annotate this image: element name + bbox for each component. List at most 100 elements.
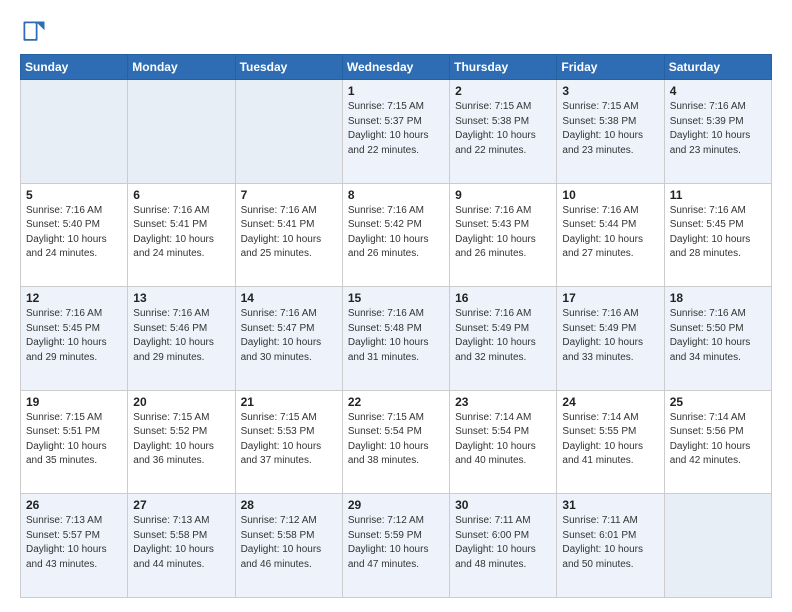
day-number: 10 — [562, 188, 658, 202]
calendar-cell: 14 Sunrise: 7:16 AM Sunset: 5:47 PM Dayli… — [235, 287, 342, 391]
day-number: 30 — [455, 498, 551, 512]
day-info: Sunrise: 7:15 AM Sunset: 5:37 PM Dayligh… — [348, 100, 444, 158]
weekday-header-row: SundayMondayTuesdayWednesdayThursdayFrid… — [21, 55, 772, 80]
day-info: Sunrise: 7:16 AM Sunset: 5:48 PM Dayligh… — [348, 307, 444, 365]
day-number: 4 — [670, 84, 766, 98]
calendar-cell — [235, 80, 342, 184]
calendar-cell: 20 Sunrise: 7:15 AM Sunset: 5:52 PM Dayli… — [128, 390, 235, 494]
day-info: Sunrise: 7:16 AM Sunset: 5:43 PM Dayligh… — [455, 204, 551, 262]
day-number: 6 — [133, 188, 229, 202]
day-info: Sunrise: 7:16 AM Sunset: 5:47 PM Dayligh… — [241, 307, 337, 365]
day-number: 17 — [562, 291, 658, 305]
day-number: 2 — [455, 84, 551, 98]
calendar-cell: 18 Sunrise: 7:16 AM Sunset: 5:50 PM Dayli… — [664, 287, 771, 391]
calendar-cell: 2Sunrise: 7:15 AM Sunset: 5:38 PM Daylig… — [450, 80, 557, 184]
day-number: 1 — [348, 84, 444, 98]
day-number: 29 — [348, 498, 444, 512]
calendar-table: SundayMondayTuesdayWednesdayThursdayFrid… — [20, 54, 772, 598]
week-row-2: 5 Sunrise: 7:16 AM Sunset: 5:40 PM Daylig… — [21, 183, 772, 287]
calendar-cell: 6 Sunrise: 7:16 AM Sunset: 5:41 PM Daylig… — [128, 183, 235, 287]
day-info: Sunrise: 7:13 AM Sunset: 5:57 PM Dayligh… — [26, 514, 122, 572]
day-number: 24 — [562, 395, 658, 409]
calendar-cell: 30 Sunrise: 7:11 AM Sunset: 6:00 PM Dayli… — [450, 494, 557, 598]
calendar-cell: 27Sunrise: 7:13 AM Sunset: 5:58 PM Dayli… — [128, 494, 235, 598]
calendar-cell: 26Sunrise: 7:13 AM Sunset: 5:57 PM Dayli… — [21, 494, 128, 598]
calendar-cell: 24 Sunrise: 7:14 AM Sunset: 5:55 PM Dayli… — [557, 390, 664, 494]
calendar-cell: 25Sunrise: 7:14 AM Sunset: 5:56 PM Dayli… — [664, 390, 771, 494]
logo — [20, 18, 52, 46]
day-info: Sunrise: 7:16 AM Sunset: 5:45 PM Dayligh… — [26, 307, 122, 365]
weekday-friday: Friday — [557, 55, 664, 80]
day-info: Sunrise: 7:15 AM Sunset: 5:51 PM Dayligh… — [26, 411, 122, 469]
day-info: Sunrise: 7:16 AM Sunset: 5:42 PM Dayligh… — [348, 204, 444, 262]
day-info: Sunrise: 7:15 AM Sunset: 5:52 PM Dayligh… — [133, 411, 229, 469]
day-number: 9 — [455, 188, 551, 202]
day-number: 27 — [133, 498, 229, 512]
day-info: Sunrise: 7:14 AM Sunset: 5:54 PM Dayligh… — [455, 411, 551, 469]
week-row-1: 1 Sunrise: 7:15 AM Sunset: 5:37 PM Daylig… — [21, 80, 772, 184]
week-row-4: 19Sunrise: 7:15 AM Sunset: 5:51 PM Dayli… — [21, 390, 772, 494]
day-number: 14 — [241, 291, 337, 305]
weekday-thursday: Thursday — [450, 55, 557, 80]
day-info: Sunrise: 7:16 AM Sunset: 5:44 PM Dayligh… — [562, 204, 658, 262]
calendar-cell — [21, 80, 128, 184]
calendar-cell: 23 Sunrise: 7:14 AM Sunset: 5:54 PM Dayli… — [450, 390, 557, 494]
calendar-cell: 4 Sunrise: 7:16 AM Sunset: 5:39 PM Daylig… — [664, 80, 771, 184]
day-number: 21 — [241, 395, 337, 409]
day-number: 22 — [348, 395, 444, 409]
day-info: Sunrise: 7:16 AM Sunset: 5:45 PM Dayligh… — [670, 204, 766, 262]
weekday-tuesday: Tuesday — [235, 55, 342, 80]
calendar-cell — [128, 80, 235, 184]
day-number: 16 — [455, 291, 551, 305]
day-number: 23 — [455, 395, 551, 409]
calendar-cell: 31 Sunrise: 7:11 AM Sunset: 6:01 PM Dayli… — [557, 494, 664, 598]
day-info: Sunrise: 7:16 AM Sunset: 5:40 PM Dayligh… — [26, 204, 122, 262]
weekday-saturday: Saturday — [664, 55, 771, 80]
week-row-5: 26Sunrise: 7:13 AM Sunset: 5:57 PM Dayli… — [21, 494, 772, 598]
calendar-cell: 16Sunrise: 7:16 AM Sunset: 5:49 PM Dayli… — [450, 287, 557, 391]
calendar-cell: 10 Sunrise: 7:16 AM Sunset: 5:44 PM Dayli… — [557, 183, 664, 287]
day-info: Sunrise: 7:11 AM Sunset: 6:00 PM Dayligh… — [455, 514, 551, 572]
calendar-cell: 13Sunrise: 7:16 AM Sunset: 5:46 PM Dayli… — [128, 287, 235, 391]
calendar-cell: 28Sunrise: 7:12 AM Sunset: 5:58 PM Dayli… — [235, 494, 342, 598]
calendar-cell: 29 Sunrise: 7:12 AM Sunset: 5:59 PM Dayli… — [342, 494, 449, 598]
calendar-cell: 5 Sunrise: 7:16 AM Sunset: 5:40 PM Daylig… — [21, 183, 128, 287]
day-info: Sunrise: 7:16 AM Sunset: 5:39 PM Dayligh… — [670, 100, 766, 158]
calendar-cell — [664, 494, 771, 598]
logo-icon — [20, 18, 48, 46]
day-info: Sunrise: 7:14 AM Sunset: 5:55 PM Dayligh… — [562, 411, 658, 469]
day-number: 3 — [562, 84, 658, 98]
day-info: Sunrise: 7:16 AM Sunset: 5:50 PM Dayligh… — [670, 307, 766, 365]
header — [20, 18, 772, 46]
day-number: 5 — [26, 188, 122, 202]
day-info: Sunrise: 7:15 AM Sunset: 5:38 PM Dayligh… — [562, 100, 658, 158]
calendar-cell: 9 Sunrise: 7:16 AM Sunset: 5:43 PM Daylig… — [450, 183, 557, 287]
day-info: Sunrise: 7:11 AM Sunset: 6:01 PM Dayligh… — [562, 514, 658, 572]
day-info: Sunrise: 7:12 AM Sunset: 5:59 PM Dayligh… — [348, 514, 444, 572]
weekday-monday: Monday — [128, 55, 235, 80]
day-info: Sunrise: 7:15 AM Sunset: 5:53 PM Dayligh… — [241, 411, 337, 469]
page: SundayMondayTuesdayWednesdayThursdayFrid… — [0, 0, 792, 612]
day-info: Sunrise: 7:16 AM Sunset: 5:41 PM Dayligh… — [133, 204, 229, 262]
week-row-3: 12 Sunrise: 7:16 AM Sunset: 5:45 PM Dayli… — [21, 287, 772, 391]
day-info: Sunrise: 7:14 AM Sunset: 5:56 PM Dayligh… — [670, 411, 766, 469]
calendar-cell: 21 Sunrise: 7:15 AM Sunset: 5:53 PM Dayli… — [235, 390, 342, 494]
day-number: 31 — [562, 498, 658, 512]
day-number: 20 — [133, 395, 229, 409]
calendar-cell: 12 Sunrise: 7:16 AM Sunset: 5:45 PM Dayli… — [21, 287, 128, 391]
day-info: Sunrise: 7:15 AM Sunset: 5:54 PM Dayligh… — [348, 411, 444, 469]
calendar-cell: 22 Sunrise: 7:15 AM Sunset: 5:54 PM Dayli… — [342, 390, 449, 494]
day-info: Sunrise: 7:16 AM Sunset: 5:41 PM Dayligh… — [241, 204, 337, 262]
day-number: 15 — [348, 291, 444, 305]
calendar-cell: 17 Sunrise: 7:16 AM Sunset: 5:49 PM Dayli… — [557, 287, 664, 391]
weekday-sunday: Sunday — [21, 55, 128, 80]
calendar-cell: 11 Sunrise: 7:16 AM Sunset: 5:45 PM Dayli… — [664, 183, 771, 287]
day-info: Sunrise: 7:12 AM Sunset: 5:58 PM Dayligh… — [241, 514, 337, 572]
day-number: 8 — [348, 188, 444, 202]
day-number: 18 — [670, 291, 766, 305]
day-number: 12 — [26, 291, 122, 305]
day-number: 7 — [241, 188, 337, 202]
day-number: 13 — [133, 291, 229, 305]
day-number: 11 — [670, 188, 766, 202]
day-info: Sunrise: 7:16 AM Sunset: 5:49 PM Dayligh… — [562, 307, 658, 365]
